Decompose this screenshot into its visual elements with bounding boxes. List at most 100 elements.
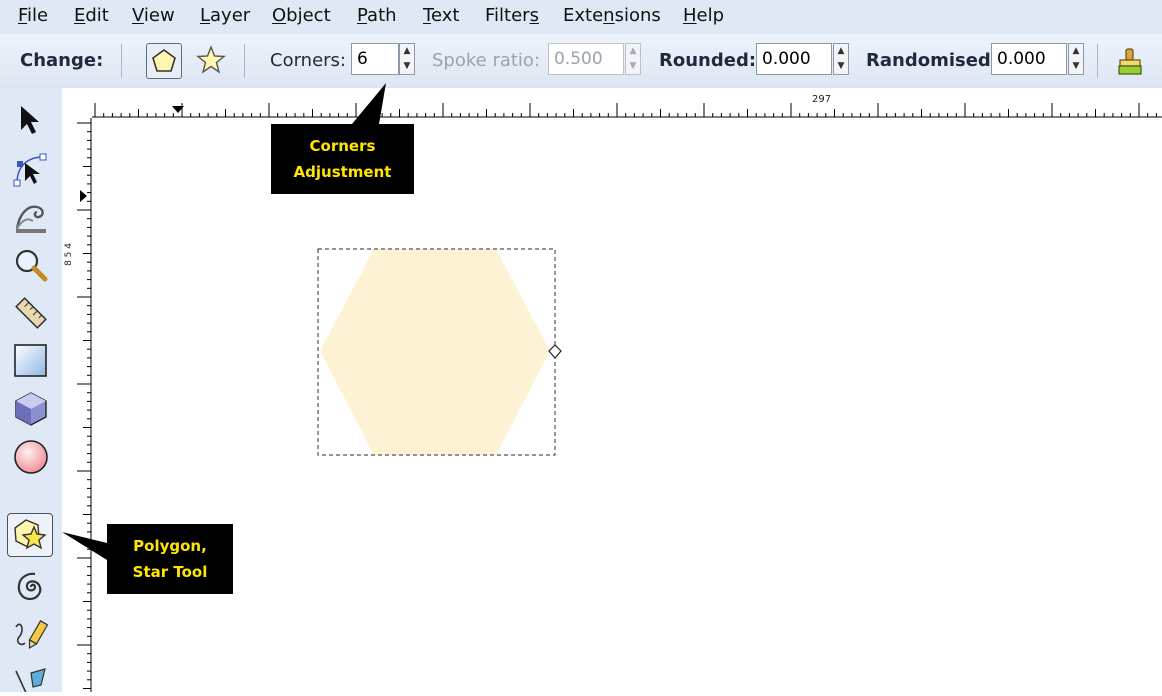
menu-filters-accel: s	[529, 5, 539, 26]
spin-down-icon[interactable]: ▼	[626, 59, 640, 74]
spin-down-icon[interactable]: ▼	[1069, 59, 1083, 74]
spoke-ratio-input[interactable]	[548, 43, 624, 75]
vertical-ruler[interactable]: 8 5 4	[62, 118, 92, 692]
menu-path-rest: ath	[367, 5, 397, 26]
measure-tool[interactable]	[7, 290, 53, 334]
menu-help[interactable]: Help	[683, 5, 724, 26]
menu-help-accel: H	[683, 5, 697, 26]
polygon-tool-callout: Polygon, Star Tool	[107, 524, 233, 594]
randomised-spinner[interactable]: ▲ ▼	[1068, 43, 1084, 75]
toolbar-separator	[1097, 44, 1098, 78]
menu-edit[interactable]: Edit	[74, 5, 109, 26]
menu-file-accel: F	[18, 5, 28, 26]
spin-down-icon[interactable]: ▼	[834, 59, 848, 74]
menu-extensions-accel: n	[603, 5, 615, 26]
menu-view[interactable]: View	[132, 5, 175, 26]
star-polygon-icon	[14, 519, 47, 550]
spin-up-icon[interactable]: ▲	[1069, 44, 1083, 59]
menu-bar: File Edit View Layer Object Path Text Fi…	[0, 0, 1162, 34]
horizontal-ruler[interactable]: 297	[62, 88, 1162, 118]
menu-file-rest: ile	[27, 5, 49, 26]
menu-help-rest: elp	[696, 5, 725, 26]
rounded-spinner[interactable]: ▲ ▼	[833, 43, 849, 75]
rectangle-icon	[14, 344, 47, 377]
corners-label: Corners:	[270, 50, 346, 71]
randomised-input[interactable]	[991, 43, 1067, 75]
menu-extensions-rest: sions	[614, 5, 661, 26]
ellipse-tool[interactable]	[7, 434, 53, 478]
ruler-label: 8 5 4	[64, 243, 74, 266]
callout-line: Polygon,	[133, 537, 207, 555]
change-label: Change:	[20, 50, 104, 71]
menu-view-accel: V	[132, 5, 144, 26]
menu-path-accel: P	[357, 5, 368, 26]
callout-line: Corners	[309, 137, 376, 155]
menu-layer-accel: L	[200, 5, 211, 26]
menu-object-accel: O	[272, 5, 287, 26]
spoke-ratio-label: Spoke ratio:	[432, 50, 541, 71]
spin-up-icon[interactable]: ▲	[834, 44, 848, 59]
menu-view-rest: iew	[143, 5, 175, 26]
rectangle-tool[interactable]	[7, 338, 53, 382]
zoom-tool[interactable]	[7, 242, 53, 286]
tweak-icon	[15, 205, 46, 233]
reset-defaults-button[interactable]	[1114, 46, 1146, 78]
menu-extensions[interactable]: Extensions	[563, 5, 661, 26]
tweak-tool[interactable]	[7, 194, 53, 238]
menu-text-accel: T	[423, 5, 431, 26]
pencil-tool[interactable]	[7, 612, 53, 656]
rounded-input[interactable]	[756, 43, 832, 75]
selector-tool[interactable]	[7, 98, 53, 142]
pen-tool[interactable]	[7, 660, 53, 692]
spin-up-icon[interactable]: ▲	[400, 44, 414, 59]
pencil-icon	[15, 620, 49, 650]
corners-spinner[interactable]: ▲ ▼	[399, 43, 415, 75]
rounded-label: Rounded:	[659, 50, 757, 71]
ruler-ticks	[92, 103, 1162, 118]
spoke-ratio-spinner[interactable]: ▲ ▼	[625, 43, 641, 75]
menu-filters-pre: Filter	[485, 5, 530, 26]
menu-edit-rest: dit	[85, 5, 109, 26]
selector-icon	[21, 106, 39, 134]
corners-callout: Corners Adjustment	[271, 124, 414, 194]
toolbar-separator	[244, 44, 245, 78]
node-editor-icon	[13, 153, 47, 187]
menu-object-rest: bject	[286, 5, 331, 26]
spin-down-icon[interactable]: ▼	[400, 59, 414, 74]
menu-path[interactable]: Path	[357, 5, 397, 26]
menu-filters[interactable]: Filters	[485, 5, 539, 26]
toolbox	[0, 88, 62, 692]
menu-layer[interactable]: Layer	[200, 5, 250, 26]
polygon-icon	[152, 49, 176, 72]
brush-icon	[1118, 48, 1142, 75]
menu-text[interactable]: Text	[423, 5, 459, 26]
callout-line: Adjustment	[293, 163, 392, 181]
menu-layer-rest: ayer	[210, 5, 251, 26]
pen-icon	[15, 668, 46, 692]
menu-object[interactable]: Object	[272, 5, 331, 26]
callout-line: Star Tool	[132, 563, 208, 581]
spin-up-icon[interactable]: ▲	[626, 44, 640, 59]
toolbar-separator	[121, 44, 122, 78]
tool-controls-bar: Change: Corners: ▲▼ Spoke ratio: ▲▼ Roun…	[0, 34, 1162, 89]
star-mode-button[interactable]	[194, 43, 230, 79]
menu-extensions-pre: Exte	[563, 5, 604, 26]
spiral-tool[interactable]	[7, 564, 53, 608]
randomised-label: Randomised:	[866, 50, 999, 71]
corners-input[interactable]	[351, 43, 399, 75]
corner-handle[interactable]	[548, 344, 562, 359]
polygon-mode-button[interactable]	[146, 43, 182, 79]
drawing-canvas[interactable]	[92, 118, 1162, 692]
3d-box-tool[interactable]	[7, 386, 53, 430]
ruler-ticks	[77, 118, 92, 692]
measure-icon	[15, 297, 47, 329]
node-tool[interactable]	[7, 146, 53, 190]
menu-file[interactable]: File	[18, 5, 48, 26]
3d-box-icon	[15, 392, 47, 426]
ruler-label: 297	[812, 94, 832, 105]
canvas-svg	[317, 248, 562, 456]
hexagon-shape[interactable]	[320, 249, 550, 455]
ellipse-icon	[14, 440, 48, 474]
spiral-icon	[17, 572, 42, 601]
star-polygon-tool[interactable]	[7, 513, 53, 557]
